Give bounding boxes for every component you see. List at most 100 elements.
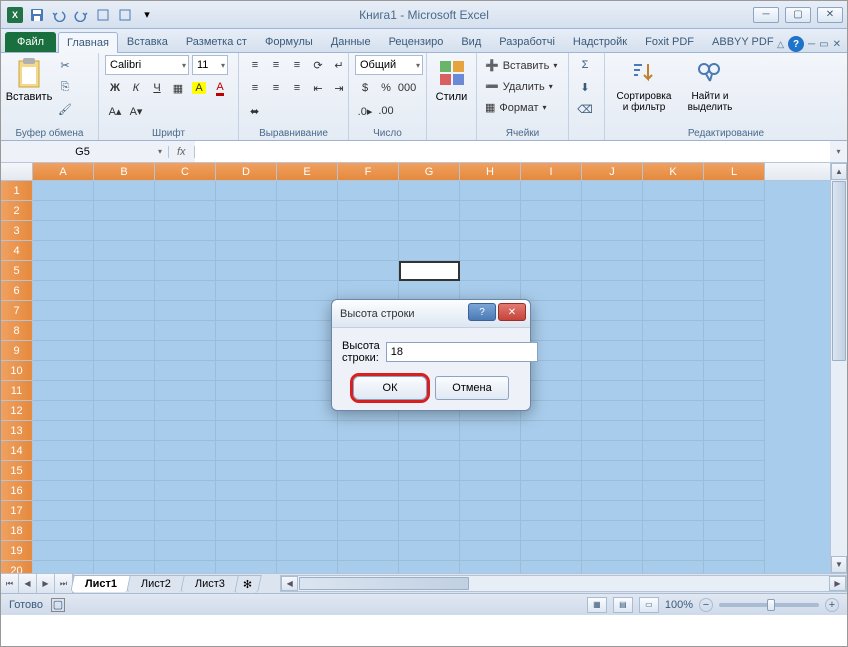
cell[interactable] <box>33 501 94 521</box>
cell[interactable] <box>338 481 399 501</box>
cell[interactable] <box>582 281 643 301</box>
cell[interactable] <box>704 261 765 281</box>
cell[interactable] <box>704 201 765 221</box>
cell[interactable] <box>643 481 704 501</box>
dialog-title-bar[interactable]: Высота строки ? ✕ <box>332 300 530 328</box>
cell[interactable] <box>399 181 460 201</box>
tab-view[interactable]: Вид <box>452 31 490 52</box>
tab-developer[interactable]: Разработчі <box>490 31 564 52</box>
align-bottom-button[interactable]: ≡ <box>287 55 307 75</box>
cell[interactable] <box>155 501 216 521</box>
cell[interactable] <box>33 381 94 401</box>
cell[interactable] <box>460 281 521 301</box>
copy-button[interactable]: ⎘ <box>55 77 75 97</box>
cell[interactable] <box>155 321 216 341</box>
row-header[interactable]: 18 <box>1 521 33 541</box>
number-format-combo[interactable]: Общий <box>355 55 423 75</box>
cell[interactable] <box>582 321 643 341</box>
cell[interactable] <box>94 541 155 561</box>
row-header[interactable]: 19 <box>1 541 33 561</box>
cell[interactable] <box>94 461 155 481</box>
scroll-right-button[interactable]: ▶ <box>829 576 846 591</box>
cell[interactable] <box>704 301 765 321</box>
cell[interactable] <box>460 241 521 261</box>
cell[interactable] <box>338 241 399 261</box>
scroll-left-button[interactable]: ◀ <box>281 576 298 591</box>
tab-formulas[interactable]: Формулы <box>256 31 322 52</box>
cell[interactable] <box>277 241 338 261</box>
border-button[interactable]: ▦ <box>168 78 188 98</box>
orientation-button[interactable]: ⟳ <box>308 55 328 75</box>
cell[interactable] <box>460 261 521 281</box>
row-header[interactable]: 16 <box>1 481 33 501</box>
cell[interactable] <box>216 181 277 201</box>
grow-font-button[interactable]: A▴ <box>105 101 125 121</box>
cell[interactable] <box>643 441 704 461</box>
bold-button[interactable]: Ж <box>105 78 125 98</box>
sort-filter-button[interactable]: Сортировка и фильтр <box>611 55 677 115</box>
cell[interactable] <box>582 481 643 501</box>
cell[interactable] <box>643 281 704 301</box>
doc-minimize-button[interactable]: ─ <box>808 39 815 50</box>
cell[interactable] <box>704 521 765 541</box>
cell[interactable] <box>94 401 155 421</box>
cell[interactable] <box>155 541 216 561</box>
normal-view-button[interactable]: ▦ <box>587 597 607 613</box>
row-height-input[interactable] <box>386 342 538 362</box>
merge-button[interactable]: ⬌ <box>245 101 264 121</box>
cell[interactable] <box>643 201 704 221</box>
cell[interactable] <box>338 441 399 461</box>
cell[interactable] <box>399 281 460 301</box>
column-header[interactable]: K <box>643 163 704 180</box>
row-header[interactable]: 8 <box>1 321 33 341</box>
cell[interactable] <box>33 201 94 221</box>
cell[interactable] <box>643 521 704 541</box>
cell[interactable] <box>94 561 155 573</box>
cell[interactable] <box>277 221 338 241</box>
row-header[interactable]: 6 <box>1 281 33 301</box>
cell[interactable] <box>216 221 277 241</box>
cell[interactable] <box>216 281 277 301</box>
cell[interactable] <box>521 481 582 501</box>
tab-nav-prev[interactable]: ◀ <box>19 574 37 593</box>
cell[interactable] <box>704 281 765 301</box>
cell[interactable] <box>33 361 94 381</box>
cell[interactable] <box>216 421 277 441</box>
qat-button[interactable] <box>93 5 113 25</box>
cell[interactable] <box>460 441 521 461</box>
cell[interactable] <box>33 221 94 241</box>
cell[interactable] <box>277 421 338 441</box>
cell[interactable] <box>277 381 338 401</box>
scroll-down-button[interactable]: ▼ <box>831 556 847 573</box>
cell[interactable] <box>277 321 338 341</box>
find-select-button[interactable]: Найти и выделить <box>681 55 739 115</box>
cell[interactable] <box>643 461 704 481</box>
cell[interactable] <box>521 421 582 441</box>
cell[interactable] <box>216 261 277 281</box>
ok-button[interactable]: ОК <box>353 376 427 400</box>
cell[interactable] <box>338 521 399 541</box>
dialog-help-button[interactable]: ? <box>468 303 496 321</box>
cell[interactable] <box>643 421 704 441</box>
cell[interactable] <box>338 501 399 521</box>
cell[interactable] <box>582 541 643 561</box>
column-header[interactable]: A <box>33 163 94 180</box>
cell[interactable] <box>460 461 521 481</box>
fx-icon[interactable]: fx <box>169 146 195 158</box>
cell[interactable] <box>521 461 582 481</box>
cell[interactable] <box>216 541 277 561</box>
tab-insert[interactable]: Вставка <box>118 31 177 52</box>
undo-button[interactable] <box>49 5 69 25</box>
column-header[interactable]: D <box>216 163 277 180</box>
cell[interactable] <box>521 561 582 573</box>
file-tab[interactable]: Файл <box>5 32 56 52</box>
cell[interactable] <box>94 341 155 361</box>
cell[interactable] <box>277 301 338 321</box>
cell[interactable] <box>704 341 765 361</box>
name-box-input[interactable] <box>7 146 158 158</box>
align-center-button[interactable]: ≡ <box>266 78 286 98</box>
minimize-ribbon-icon[interactable]: △ <box>777 39 784 50</box>
cell[interactable] <box>338 541 399 561</box>
column-header[interactable]: F <box>338 163 399 180</box>
row-header[interactable]: 3 <box>1 221 33 241</box>
